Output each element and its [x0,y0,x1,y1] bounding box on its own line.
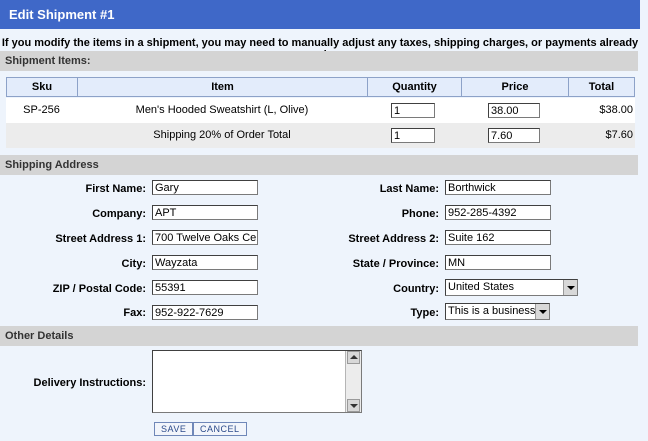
city-label: City: [121,258,146,270]
chevron-down-icon[interactable] [563,280,577,295]
quantity-input[interactable]: 1 [391,128,435,143]
first-name-field[interactable]: Gary [152,180,258,195]
item-cell: Shipping 20% of Order Total [153,129,291,141]
cancel-button[interactable]: CANCEL [193,422,247,436]
city-field[interactable]: Wayzata [152,255,258,270]
company-field[interactable]: APT [152,205,258,220]
section-header-address: Shipping Address [0,155,638,175]
table-row: Shipping 20% of Order Total 1 7.60 $7.60 [6,123,635,148]
phone-field[interactable]: 952-285-4392 [445,205,551,220]
type-select[interactable]: This is a business [445,303,550,320]
section-title-other: Other Details [5,330,74,342]
last-name-label: Last Name: [379,183,439,195]
first-name-label: First Name: [85,183,146,195]
total-cell: $7.60 [605,129,633,141]
country-label: Country: [393,283,439,295]
delivery-instructions-textarea[interactable] [152,350,362,413]
column-header-sku: Sku [7,78,78,96]
last-name-field[interactable]: Borthwick [445,180,551,195]
edit-shipment-page: Edit Shipment #1 If you modify the items… [0,0,648,441]
page-title: Edit Shipment #1 [9,7,115,22]
save-button[interactable]: SAVE [154,422,194,436]
table-header-row: Sku Item Quantity Price Total [6,77,635,97]
price-input[interactable]: 7.60 [488,128,540,143]
phone-label: Phone: [401,208,439,220]
item-cell: Men's Hooded Sweatshirt (L, Olive) [135,104,309,116]
company-label: Company: [92,208,146,220]
price-input[interactable]: 38.00 [488,103,540,118]
street1-field[interactable]: 700 Twelve Oaks Cente [152,230,258,245]
fax-label: Fax: [123,307,146,319]
section-title-address: Shipping Address [5,159,99,171]
state-field[interactable]: MN [445,255,551,270]
column-header-item: Item [78,78,368,96]
country-select[interactable]: United States [445,279,578,296]
street2-field[interactable]: Suite 162 [445,230,551,245]
total-cell: $38.00 [599,104,633,116]
sku-cell [6,123,77,148]
type-label: Type: [410,307,439,319]
scroll-up-icon[interactable] [347,351,360,364]
column-header-price: Price [462,78,569,96]
zip-field[interactable]: 55391 [152,280,258,295]
column-header-total: Total [588,81,615,93]
page-header: Edit Shipment #1 [0,0,648,29]
type-value: This is a business [448,305,536,317]
scroll-down-icon[interactable] [347,399,360,412]
table-row: SP-256 Men's Hooded Sweatshirt (L, Olive… [6,98,635,123]
delivery-instructions-label: Delivery Instructions: [33,377,146,389]
section-title-items: Shipment Items: [5,55,91,67]
textarea-scrollbar[interactable] [345,351,361,412]
shipment-items-table: Sku Item Quantity Price Total SP-256 Men… [6,77,635,150]
street2-label: Street Address 2: [348,233,439,245]
street1-label: Street Address 1: [55,233,146,245]
quantity-input[interactable]: 1 [391,103,435,118]
state-label: State / Province: [352,258,439,270]
section-header-other: Other Details [0,326,638,346]
column-header-quantity: Quantity [368,78,462,96]
sku-cell: SP-256 [23,104,60,116]
chevron-down-icon[interactable] [535,304,549,319]
fax-field[interactable]: 952-922-7629 [152,305,258,320]
country-value: United States [448,281,515,293]
zip-label: ZIP / Postal Code: [52,283,146,295]
section-header-items: Shipment Items: [0,51,638,71]
